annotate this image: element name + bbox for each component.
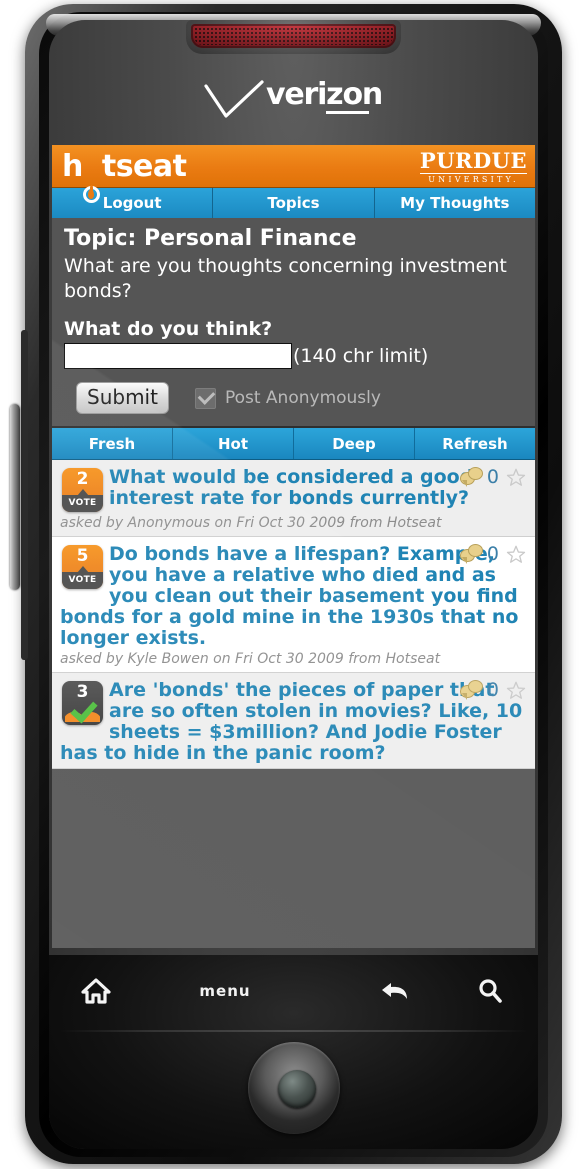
hardware-button-row: menu xyxy=(60,968,530,1016)
back-arrow-icon xyxy=(382,983,407,999)
star-icon[interactable] xyxy=(505,544,527,565)
item-meta: 0 xyxy=(459,679,527,701)
vote-label: VOTE xyxy=(62,572,103,589)
nav-item-topics[interactable]: Topics xyxy=(213,188,375,218)
compose-row: (140 chr limit) xyxy=(64,343,523,369)
vote-count: 5 xyxy=(76,546,89,566)
comment-bubble-icon[interactable] xyxy=(459,680,483,700)
volume-rocker-button[interactable] xyxy=(10,404,20,590)
post-anonymously-checkbox[interactable] xyxy=(194,386,216,409)
vote-badge[interactable]: 5 VOTE xyxy=(62,545,103,589)
comment-count: 0 xyxy=(486,466,499,488)
comment-count: 0 xyxy=(486,543,499,565)
phone-screen[interactable]: h tseat PURDUE UNIVERSITY. Logout Topics … xyxy=(52,145,535,948)
vote-count: 2 xyxy=(76,469,89,489)
star-icon[interactable] xyxy=(505,680,527,701)
post-anonymously-label: Post Anonymously xyxy=(224,388,381,408)
char-limit-note: (140 chr limit) xyxy=(293,345,429,367)
purdue-name: PURDUE xyxy=(419,148,527,173)
item-meta: 0 xyxy=(459,543,527,565)
earpiece-speaker xyxy=(191,24,396,48)
thought-text[interactable]: Are 'bonds' the pieces of paper that are… xyxy=(60,677,527,764)
vote-badge[interactable]: 3 xyxy=(62,681,103,725)
home-icon xyxy=(81,978,111,1004)
comment-bubble-icon[interactable] xyxy=(459,467,483,487)
topic-title: Topic: Personal Finance xyxy=(64,226,357,251)
tab-fresh[interactable]: Fresh xyxy=(52,428,173,459)
purdue-logo: PURDUE UNIVERSITY. xyxy=(419,148,527,185)
thought-list: 2 VOTE 0 What would be considered a good… xyxy=(52,460,535,769)
speaker-mesh xyxy=(194,27,393,45)
phone-left-side xyxy=(21,330,28,660)
thought-input[interactable] xyxy=(64,343,292,369)
comment-bubble-icon[interactable] xyxy=(459,544,483,564)
topic-panel: Topic: Personal Finance What are you tho… xyxy=(52,218,535,428)
thought-byline: asked by Anonymous on Fri Oct 30 2009 fr… xyxy=(60,515,442,531)
menu-label: menu xyxy=(199,982,251,1000)
comment-count: 0 xyxy=(486,679,499,701)
verizon-logo: verizon xyxy=(200,77,390,120)
phone-bottom-divider xyxy=(60,1030,527,1032)
list-item[interactable]: 2 VOTE 0 What would be considered a good… xyxy=(52,460,535,537)
filter-tabs: Fresh Hot Deep Refresh xyxy=(52,428,535,460)
purdue-subtitle: UNIVERSITY. xyxy=(419,173,527,185)
tab-refresh[interactable]: Refresh xyxy=(415,428,535,459)
topic-question: What are you thoughts concerning investm… xyxy=(64,255,507,302)
vote-badge[interactable]: 2 VOTE xyxy=(62,468,103,512)
screenshot-root: verizon h tseat PURDUE UNIVERSITY. Logout… xyxy=(0,0,587,1169)
search-icon xyxy=(479,979,502,1003)
verizon-check-icon xyxy=(204,80,264,118)
submit-row: Submit Post Anonymously xyxy=(64,382,523,414)
hotseat-logo[interactable]: h tseat xyxy=(62,149,187,203)
tab-hot[interactable]: Hot xyxy=(173,428,294,459)
thought-text[interactable]: What would be considered a good interest… xyxy=(60,464,527,509)
checkmark-icon xyxy=(197,386,216,405)
app-header: h tseat PURDUE UNIVERSITY. xyxy=(52,145,535,203)
trackball-button[interactable] xyxy=(278,1070,316,1108)
star-icon[interactable] xyxy=(505,467,527,488)
item-meta: 0 xyxy=(459,466,527,488)
vote-label: VOTE xyxy=(62,495,103,512)
submit-button[interactable]: Submit xyxy=(76,382,169,414)
list-item[interactable]: 3 0 Are 'bonds' the pieces of paper that… xyxy=(52,673,535,769)
primary-nav: Logout Topics My Thoughts xyxy=(52,188,535,218)
verizon-underline xyxy=(326,111,369,114)
menu-button[interactable]: menu xyxy=(180,968,270,1014)
nav-item-my-thoughts[interactable]: My Thoughts xyxy=(374,188,535,218)
tab-deep[interactable]: Deep xyxy=(294,428,415,459)
back-button[interactable] xyxy=(365,968,425,1014)
thought-byline: asked by Kyle Bowen on Fri Oct 30 2009 f… xyxy=(60,651,441,667)
compose-label: What do you think? xyxy=(64,318,273,340)
thought-text[interactable]: Do bonds have a lifespan? Example, you h… xyxy=(60,541,527,649)
logo-h: h xyxy=(62,149,83,184)
nav-item-logout[interactable]: Logout xyxy=(52,188,214,218)
list-item[interactable]: 5 VOTE 0 Do bonds have a lifespan? Examp… xyxy=(52,537,535,673)
verizon-wordmark: verizon xyxy=(266,77,383,112)
search-button[interactable] xyxy=(460,968,520,1014)
logo-rest: tseat xyxy=(101,149,187,184)
home-button[interactable] xyxy=(66,968,126,1014)
